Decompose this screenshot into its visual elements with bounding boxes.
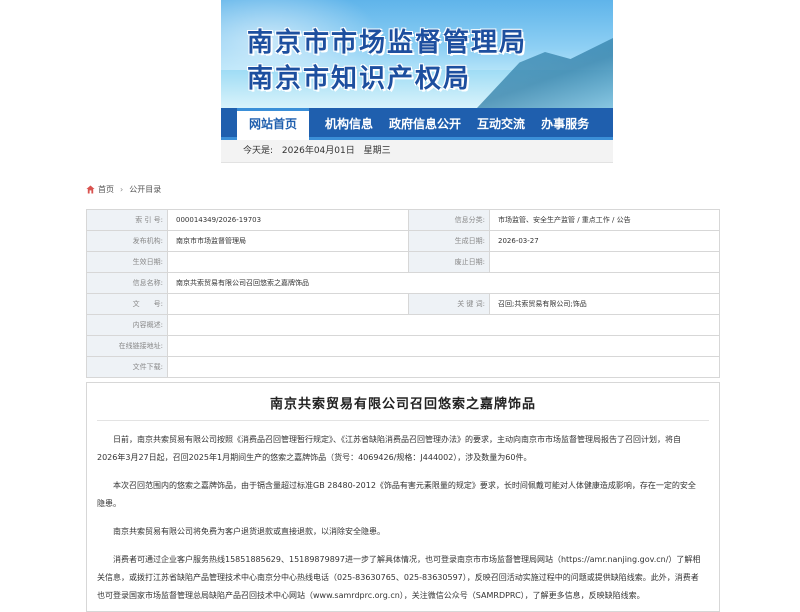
home-icon bbox=[86, 185, 95, 194]
meta-key: 关 键 词: bbox=[408, 293, 490, 315]
meta-value: 召回;共索贸易有限公司;饰品 bbox=[489, 293, 720, 315]
nav-item-home[interactable]: 网站首页 bbox=[237, 108, 310, 140]
table-row: 文件下载: bbox=[86, 356, 720, 378]
article-paragraph: 日前，南京共索贸易有限公司按照《消费品召回管理暂行规定》、《江苏省缺陷消费品召回… bbox=[97, 435, 681, 462]
meta-value bbox=[167, 293, 409, 315]
site-banner: 南京市市场监督管理局 南京市知识产权局 bbox=[221, 0, 613, 108]
date-bar: 今天是: 2026年04月01日 星期三 bbox=[221, 140, 613, 163]
article-paragraph: 消费者可通过企业客户服务热线15851885629、15189879897进一步… bbox=[97, 555, 701, 600]
meta-key: 在线链接地址: bbox=[86, 335, 168, 357]
table-row: 发布机构: 南京市市场监督管理局 生成日期: 2026-03-27 bbox=[86, 230, 720, 252]
nav-item-interaction[interactable]: 互动交流 bbox=[477, 108, 525, 137]
meta-key: 索 引 号: bbox=[86, 209, 168, 231]
meta-value: 市场监管、安全生产监管 / 重点工作 / 公告 bbox=[489, 209, 720, 231]
nav-item-gov-info[interactable]: 政府信息公开 bbox=[389, 108, 461, 137]
meta-value: 2026-03-27 bbox=[489, 230, 720, 252]
meta-value: 000014349/2026-19703 bbox=[167, 209, 409, 231]
meta-value: 南京市市场监督管理局 bbox=[167, 230, 409, 252]
meta-key: 信息分类: bbox=[408, 209, 490, 231]
meta-key: 废止日期: bbox=[408, 251, 490, 273]
table-row: 在线链接地址: bbox=[86, 335, 720, 357]
meta-key: 发布机构: bbox=[86, 230, 168, 252]
meta-key: 信息名称: bbox=[86, 272, 168, 294]
table-row: 生效日期: 废止日期: bbox=[86, 251, 720, 273]
meta-value bbox=[167, 335, 720, 357]
main-nav: 网站首页 机构信息 政府信息公开 互动交流 办事服务 bbox=[221, 108, 613, 140]
article-body: 南京共索贸易有限公司召回悠索之嘉牌饰品 日前，南京共索贸易有限公司按照《消费品召… bbox=[86, 382, 720, 612]
meta-value: 南京共索贸易有限公司召回悠索之嘉牌饰品 bbox=[167, 272, 720, 294]
breadcrumb-home-link[interactable]: 首页 bbox=[98, 184, 114, 195]
meta-value bbox=[167, 356, 720, 378]
table-row: 内容概述: bbox=[86, 314, 720, 336]
metadata-table: 索 引 号: 000014349/2026-19703 信息分类: 市场监管、安… bbox=[86, 209, 720, 378]
article-paragraph: 南京共索贸易有限公司将免费为客户退货退款或直接退款，以消除安全隐患。 bbox=[113, 527, 385, 536]
meta-key: 文件下载: bbox=[86, 356, 168, 378]
breadcrumb: 首页 › 公开目录 bbox=[86, 184, 161, 195]
site-title-line1: 南京市市场监督管理局 bbox=[247, 28, 528, 58]
meta-key: 内容概述: bbox=[86, 314, 168, 336]
table-row: 信息名称: 南京共索贸易有限公司召回悠索之嘉牌饰品 bbox=[86, 272, 720, 294]
article-paragraph: 本次召回范围内的悠索之嘉牌饰品，由于镉含量超过标准GB 28480-2012《饰… bbox=[97, 481, 696, 508]
breadcrumb-separator: › bbox=[120, 185, 124, 194]
table-row: 文 号: 关 键 词: 召回;共索贸易有限公司;饰品 bbox=[86, 293, 720, 315]
nav-item-org-info[interactable]: 机构信息 bbox=[325, 108, 373, 137]
date-label: 今天是: bbox=[243, 146, 274, 156]
meta-value bbox=[167, 314, 720, 336]
current-date: 2026年04月01日 bbox=[281, 146, 355, 156]
nav-item-services[interactable]: 办事服务 bbox=[541, 108, 589, 137]
meta-value bbox=[167, 251, 409, 273]
meta-value bbox=[489, 251, 720, 273]
meta-key: 生效日期: bbox=[86, 251, 168, 273]
divider bbox=[97, 420, 709, 421]
meta-key: 文 号: bbox=[86, 293, 168, 315]
breadcrumb-current[interactable]: 公开目录 bbox=[129, 184, 161, 195]
article-title: 南京共索贸易有限公司召回悠索之嘉牌饰品 bbox=[269, 397, 536, 412]
current-weekday: 星期三 bbox=[363, 146, 391, 156]
meta-key: 生成日期: bbox=[408, 230, 490, 252]
site-title-line2: 南京市知识产权局 bbox=[247, 64, 472, 94]
table-row: 索 引 号: 000014349/2026-19703 信息分类: 市场监管、安… bbox=[86, 209, 720, 231]
